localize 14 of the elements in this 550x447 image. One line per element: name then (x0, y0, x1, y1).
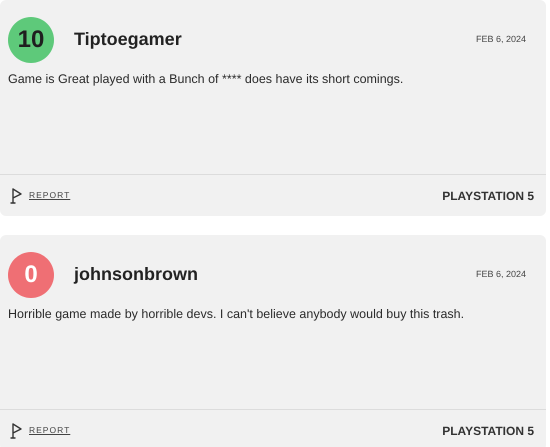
review-date: FEB 6, 2024 (476, 32, 526, 46)
platform-label: PLAYSTATION 5 (442, 188, 534, 204)
platform-label: PLAYSTATION 5 (442, 422, 534, 440)
score-badge: 0 (8, 252, 54, 298)
author-name: Tiptoegamer (74, 28, 182, 51)
report-link[interactable]: REPORT (29, 424, 70, 437)
flag-icon (10, 422, 22, 438)
review-date: FEB 6, 2024 (476, 268, 526, 281)
flag-icon (10, 188, 22, 204)
review-text: Game is Great played with a Bunch of **** does have its short comings. (7, 71, 404, 88)
report-link[interactable]: REPORT (29, 189, 70, 202)
review-text: Horrible game made by horrible devs. I can't believe anybody would buy this trash. (7, 306, 466, 323)
score-badge: 10 (8, 16, 54, 62)
author-name: johnsonbrown (74, 263, 198, 286)
